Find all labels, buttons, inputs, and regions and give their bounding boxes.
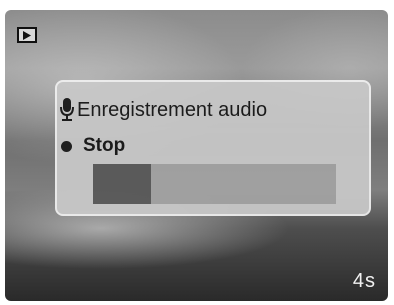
record-dot-icon — [61, 140, 72, 152]
playback-mode-icon — [17, 27, 37, 43]
recording-progress-bar — [93, 164, 336, 204]
recording-progress-fill — [93, 164, 152, 204]
play-triangle-icon — [23, 31, 31, 40]
camera-bezel: Enregistrement audio Stop 4s — [0, 0, 394, 305]
stop-label: Stop — [83, 135, 126, 156]
dialog-title-row: Enregistrement audio — [60, 97, 267, 123]
remaining-time: 4s — [352, 270, 376, 292]
stop-option[interactable]: Stop — [60, 134, 125, 158]
audio-recording-dialog: Enregistrement audio Stop — [55, 80, 371, 216]
microphone-icon — [60, 98, 74, 121]
dialog-title: Enregistrement audio — [77, 98, 268, 121]
lcd-screen: Enregistrement audio Stop 4s — [5, 10, 388, 301]
